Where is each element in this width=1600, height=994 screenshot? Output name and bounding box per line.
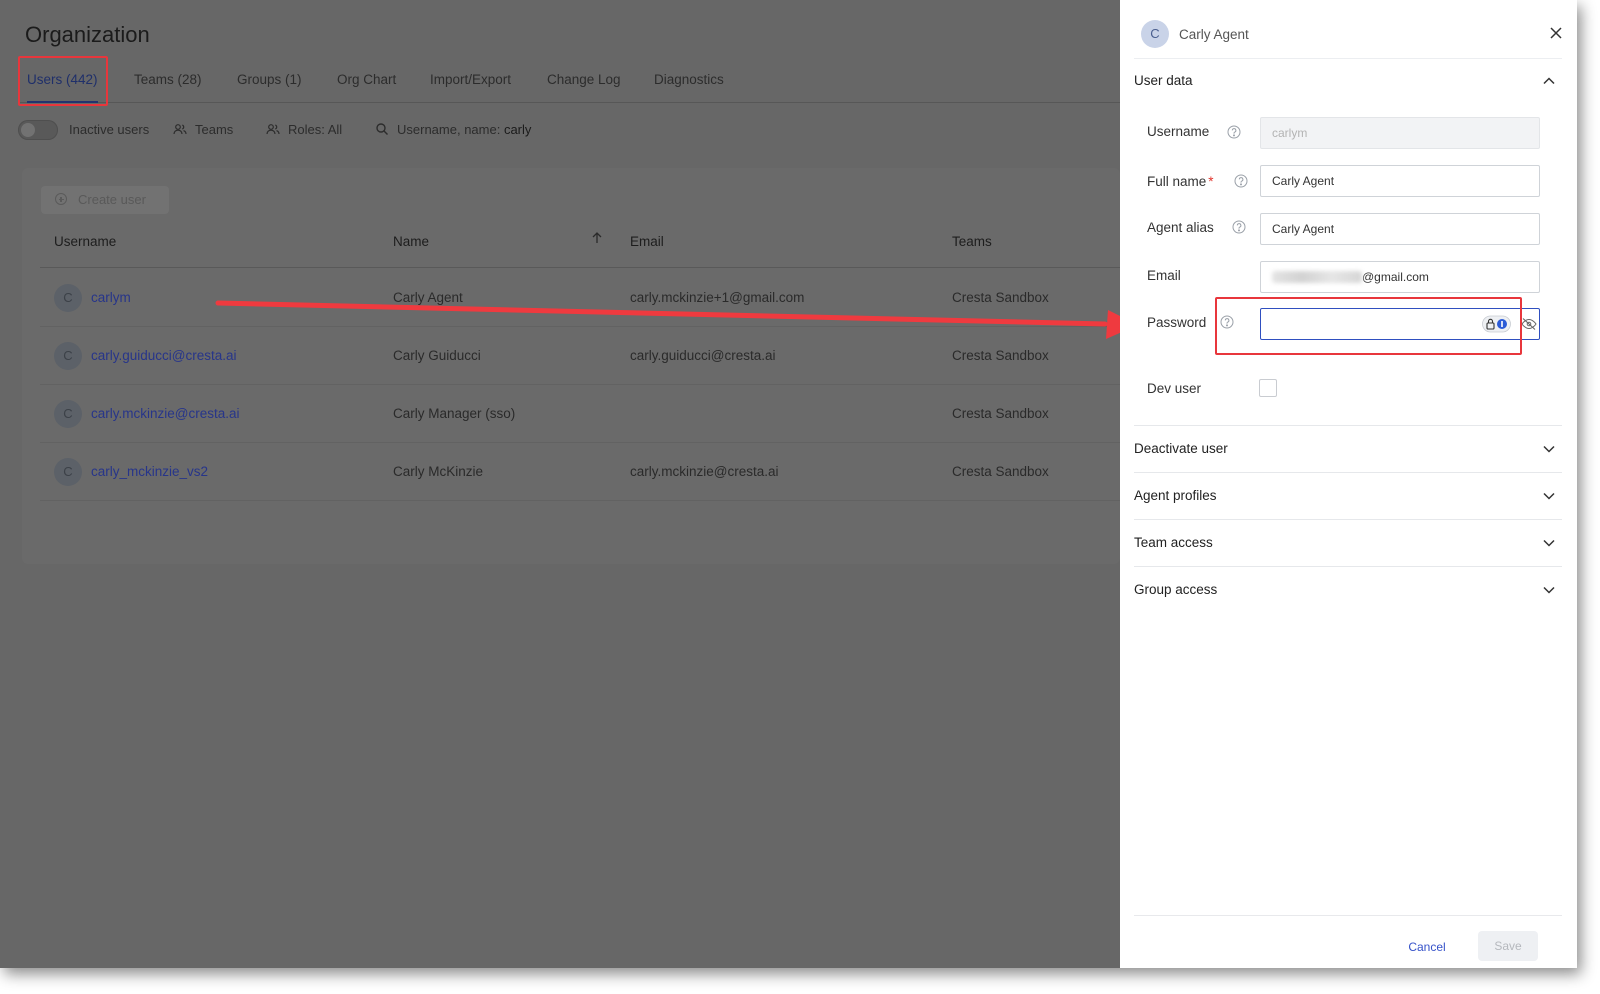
name-cell: Carly Guiducci xyxy=(393,348,481,363)
avatar: C xyxy=(54,400,82,428)
sort-ascending-icon[interactable] xyxy=(590,230,604,246)
teams-filter[interactable]: Teams xyxy=(195,122,233,137)
users-table-card: Create user Username Name Email Teams C … xyxy=(22,168,1120,564)
help-icon[interactable] xyxy=(1234,174,1248,188)
username-link[interactable]: carly.mckinzie@cresta.ai xyxy=(91,406,240,421)
chevron-down-icon xyxy=(1542,442,1556,456)
username-label: Username xyxy=(1147,124,1210,139)
search-value: carly xyxy=(503,122,532,137)
devuser-label: Dev user xyxy=(1147,381,1202,396)
cancel-button[interactable]: Cancel xyxy=(1400,934,1454,960)
inactive-users-toggle[interactable] xyxy=(18,120,58,140)
email-input[interactable]: @gmail.com xyxy=(1260,261,1540,293)
avatar: C xyxy=(54,342,82,370)
filter-bar: Inactive users Teams Roles: All Username… xyxy=(18,118,1118,142)
alias-input[interactable]: Carly Agent xyxy=(1260,213,1540,245)
search-icon xyxy=(375,122,389,136)
tab-teams[interactable]: Teams (28) xyxy=(134,58,202,102)
eye-off-icon[interactable] xyxy=(1520,315,1536,333)
name-cell: Carly Manager (sso) xyxy=(393,406,516,421)
column-header-username[interactable]: Username xyxy=(54,234,116,249)
create-user-button[interactable]: Create user xyxy=(41,186,169,214)
table-row[interactable]: C carly.guiducci@cresta.ai Carly Guiducc… xyxy=(40,326,1120,385)
save-button[interactable]: Save xyxy=(1478,931,1538,961)
username-input[interactable]: carlym xyxy=(1260,117,1540,149)
help-icon[interactable] xyxy=(1220,315,1234,329)
tab-org-chart[interactable]: Org Chart xyxy=(337,58,396,102)
roles-icon xyxy=(266,122,280,136)
team-cell: Cresta Sandbox xyxy=(952,406,1049,421)
divider-mask xyxy=(1134,103,1562,105)
teams-icon xyxy=(173,122,187,136)
tab-bar: Users (442) Teams (28) Groups (1) Org Ch… xyxy=(18,58,1120,103)
devuser-checkbox[interactable] xyxy=(1259,379,1277,397)
password-manager-icon[interactable] xyxy=(1482,315,1512,333)
search-filter[interactable]: Username, name: carly xyxy=(397,122,531,137)
section-team-access[interactable]: Team access xyxy=(1134,520,1562,567)
fullname-input[interactable]: Carly Agent xyxy=(1260,165,1540,197)
drawer-header: C Carly Agent xyxy=(1134,18,1562,59)
required-mark: * xyxy=(1208,174,1214,189)
password-label: Password xyxy=(1147,315,1207,330)
screen-frame: Organization Users (442) Teams (28) Grou… xyxy=(0,0,1577,968)
table-row[interactable]: C carlym Carly Agent carly.mckinzie+1@gm… xyxy=(40,268,1120,327)
tab-diagnostics[interactable]: Diagnostics xyxy=(654,58,724,102)
name-cell: Carly McKinzie xyxy=(393,464,484,479)
name-cell: Carly Agent xyxy=(393,290,463,305)
chevron-down-icon xyxy=(1542,489,1556,503)
table-row[interactable]: C carly_mckinzie_vs2 Carly McKinzie carl… xyxy=(40,442,1120,501)
table-row[interactable]: C carly.mckinzie@cresta.ai Carly Manager… xyxy=(40,384,1120,443)
section-deactivate-user[interactable]: Deactivate user xyxy=(1134,426,1562,473)
team-cell: Cresta Sandbox xyxy=(952,348,1049,363)
avatar: C xyxy=(54,284,82,312)
avatar: C xyxy=(54,458,82,486)
footer-divider xyxy=(1134,915,1562,916)
tab-users[interactable]: Users (442) xyxy=(27,58,98,103)
roles-filter[interactable]: Roles: All xyxy=(288,122,342,137)
plus-circle-icon xyxy=(55,193,67,205)
search-prefix: Username, name: xyxy=(397,122,501,137)
fullname-label: Full name * xyxy=(1147,174,1214,189)
username-link[interactable]: carly_mckinzie_vs2 xyxy=(91,464,208,479)
redacted-text xyxy=(1272,270,1362,283)
help-icon[interactable] xyxy=(1227,125,1241,139)
page-title: Organization xyxy=(25,22,150,47)
column-header-teams[interactable]: Teams xyxy=(952,234,992,249)
team-cell: Cresta Sandbox xyxy=(952,290,1049,305)
email-cell: carly.guiducci@cresta.ai xyxy=(630,348,776,363)
edit-user-drawer: C Carly Agent User data Username carlym … xyxy=(1120,0,1577,968)
column-header-name[interactable]: Name xyxy=(393,234,429,249)
chevron-down-icon xyxy=(1542,536,1556,550)
inactive-users-label: Inactive users xyxy=(69,122,150,137)
help-icon[interactable] xyxy=(1232,220,1246,234)
chevron-up-icon xyxy=(1542,74,1556,88)
alias-label: Agent alias xyxy=(1147,220,1214,235)
section-agent-profiles[interactable]: Agent profiles xyxy=(1134,473,1562,520)
close-icon[interactable] xyxy=(1548,25,1564,41)
email-cell: carly.mckinzie@cresta.ai xyxy=(630,464,779,479)
username-link[interactable]: carly.guiducci@cresta.ai xyxy=(91,348,237,363)
organization-page: Organization Users (442) Teams (28) Grou… xyxy=(0,0,1120,968)
team-cell: Cresta Sandbox xyxy=(952,464,1049,479)
tab-import-export[interactable]: Import/Export xyxy=(430,58,511,102)
username-link[interactable]: carlym xyxy=(91,290,131,305)
column-header-email[interactable]: Email xyxy=(630,234,664,249)
section-user-data[interactable]: User data xyxy=(1134,58,1562,105)
drawer-user-name: Carly Agent xyxy=(1179,27,1249,42)
avatar: C xyxy=(1141,20,1169,48)
email-label: Email xyxy=(1147,268,1181,283)
section-group-access[interactable]: Group access xyxy=(1134,567,1562,613)
chevron-down-icon xyxy=(1542,583,1556,597)
tab-change-log[interactable]: Change Log xyxy=(547,58,621,102)
tab-groups[interactable]: Groups (1) xyxy=(237,58,302,102)
email-cell: carly.mckinzie+1@gmail.com xyxy=(630,290,805,305)
